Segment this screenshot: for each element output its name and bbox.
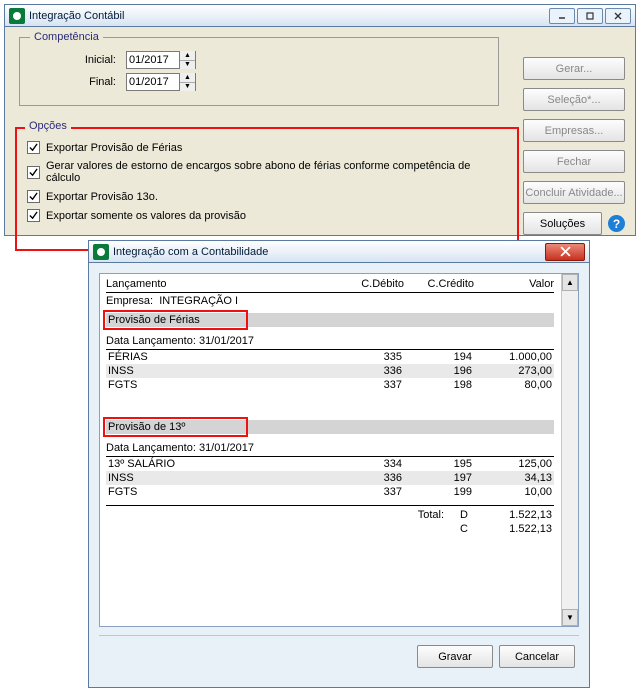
col-lancamento: Lançamento	[106, 278, 334, 290]
app-icon	[93, 244, 109, 260]
checkbox-icon[interactable]	[27, 141, 40, 154]
button-column: Gerar... Seleção*... Empresas... Fechar …	[523, 57, 625, 235]
section-provisao-ferias: Provisão de Férias	[106, 313, 554, 327]
window-title: Integração com a Contabilidade	[113, 246, 545, 258]
window-title: Integração Contábil	[29, 10, 549, 22]
scroll-down-icon[interactable]: ▼	[562, 609, 578, 626]
label-final: Final:	[30, 76, 116, 88]
fechar-button[interactable]: Fechar	[523, 150, 625, 173]
col-debito: C.Débito	[334, 278, 404, 290]
subheader-13: Data Lançamento: 31/01/2017	[106, 442, 554, 457]
subheader-ferias: Data Lançamento: 31/01/2017	[106, 335, 554, 350]
cancelar-button[interactable]: Cancelar	[499, 645, 575, 668]
col-credito: C.Crédito	[404, 278, 474, 290]
report-panel: Lançamento C.Débito C.Crédito Valor Empr…	[99, 273, 579, 627]
table-row: INSS 336 196 273,00	[106, 364, 554, 378]
spinner-up-icon[interactable]: ▲	[180, 51, 195, 61]
minimize-button[interactable]	[549, 8, 575, 24]
spinner-up-icon[interactable]: ▲	[180, 73, 195, 83]
window-integracao-contabil: Integração Contábil Competência Inicial:…	[4, 4, 636, 236]
vertical-scrollbar[interactable]: ▲ ▼	[561, 274, 578, 626]
maximize-button[interactable]	[577, 8, 603, 24]
titlebar[interactable]: Integração com a Contabilidade	[89, 241, 589, 263]
checkbox-gerar-estorno[interactable]: Gerar valores de estorno de encargos sob…	[27, 160, 507, 184]
checkbox-icon[interactable]	[27, 190, 40, 203]
solucoes-button[interactable]: Soluções	[523, 212, 602, 235]
checkbox-label: Exportar Provisão de Férias	[46, 142, 182, 154]
checkbox-label: Gerar valores de estorno de encargos sob…	[46, 160, 507, 184]
inicial-field[interactable]: ▲ ▼	[126, 51, 196, 69]
window-controls	[549, 8, 631, 24]
app-icon	[9, 8, 25, 24]
inicial-spinner[interactable]: ▲ ▼	[179, 51, 195, 69]
checkbox-exportar-ferias[interactable]: Exportar Provisão de Férias	[27, 141, 507, 154]
checkbox-icon[interactable]	[27, 209, 40, 222]
table-row: INSS 336 197 34,13	[106, 471, 554, 485]
close-button[interactable]	[545, 243, 585, 261]
selecao-button[interactable]: Seleção*...	[523, 88, 625, 111]
concluir-button[interactable]: Concluir Atividade...	[523, 181, 625, 204]
label-inicial: Inicial:	[30, 54, 116, 66]
button-bar: Gravar Cancelar	[99, 635, 579, 677]
inicial-input[interactable]	[127, 52, 179, 68]
help-icon[interactable]: ?	[608, 215, 625, 232]
empresas-button[interactable]: Empresas...	[523, 119, 625, 142]
legend-opcoes: Opções	[25, 120, 71, 132]
gravar-button[interactable]: Gravar	[417, 645, 493, 668]
checkbox-label: Exportar somente os valores da provisão	[46, 210, 246, 222]
checkbox-icon[interactable]	[27, 166, 40, 179]
total-row-c: C 1.522,13	[106, 522, 554, 536]
group-opcoes: Opções Exportar Provisão de Férias Gerar…	[15, 127, 519, 251]
column-headers: Lançamento C.Débito C.Crédito Valor	[106, 278, 554, 293]
final-input[interactable]	[127, 74, 179, 90]
checkbox-somente-provisao[interactable]: Exportar somente os valores da provisão	[27, 209, 507, 222]
legend-competencia: Competência	[30, 31, 103, 43]
spacer	[106, 392, 554, 414]
gerar-button[interactable]: Gerar...	[523, 57, 625, 80]
checkbox-exportar-13[interactable]: Exportar Provisão 13o.	[27, 190, 507, 203]
scroll-up-icon[interactable]: ▲	[562, 274, 578, 291]
empresa-line: Empresa: INTEGRAÇÃO I	[106, 295, 554, 307]
table-row: FÉRIAS 335 194 1.000,00	[106, 350, 554, 364]
table-row: FGTS 337 198 80,00	[106, 378, 554, 392]
col-valor: Valor	[474, 278, 554, 290]
window-integracao-contabilidade: Integração com a Contabilidade Lançament…	[88, 240, 590, 688]
table-row: 13º SALÁRIO 334 195 125,00	[106, 457, 554, 471]
total-row-d: Total: D 1.522,13	[106, 508, 554, 522]
group-competencia: Competência Inicial: ▲ ▼ Final: ▲	[19, 31, 499, 106]
section-provisao-13: Provisão de 13º	[106, 420, 554, 434]
final-spinner[interactable]: ▲ ▼	[179, 73, 195, 91]
spinner-down-icon[interactable]: ▼	[180, 83, 195, 92]
checkbox-label: Exportar Provisão 13o.	[46, 191, 158, 203]
final-field[interactable]: ▲ ▼	[126, 73, 196, 91]
titlebar[interactable]: Integração Contábil	[5, 5, 635, 27]
close-button[interactable]	[605, 8, 631, 24]
separator	[106, 505, 554, 506]
table-row: FGTS 337 199 10,00	[106, 485, 554, 499]
spinner-down-icon[interactable]: ▼	[180, 61, 195, 70]
